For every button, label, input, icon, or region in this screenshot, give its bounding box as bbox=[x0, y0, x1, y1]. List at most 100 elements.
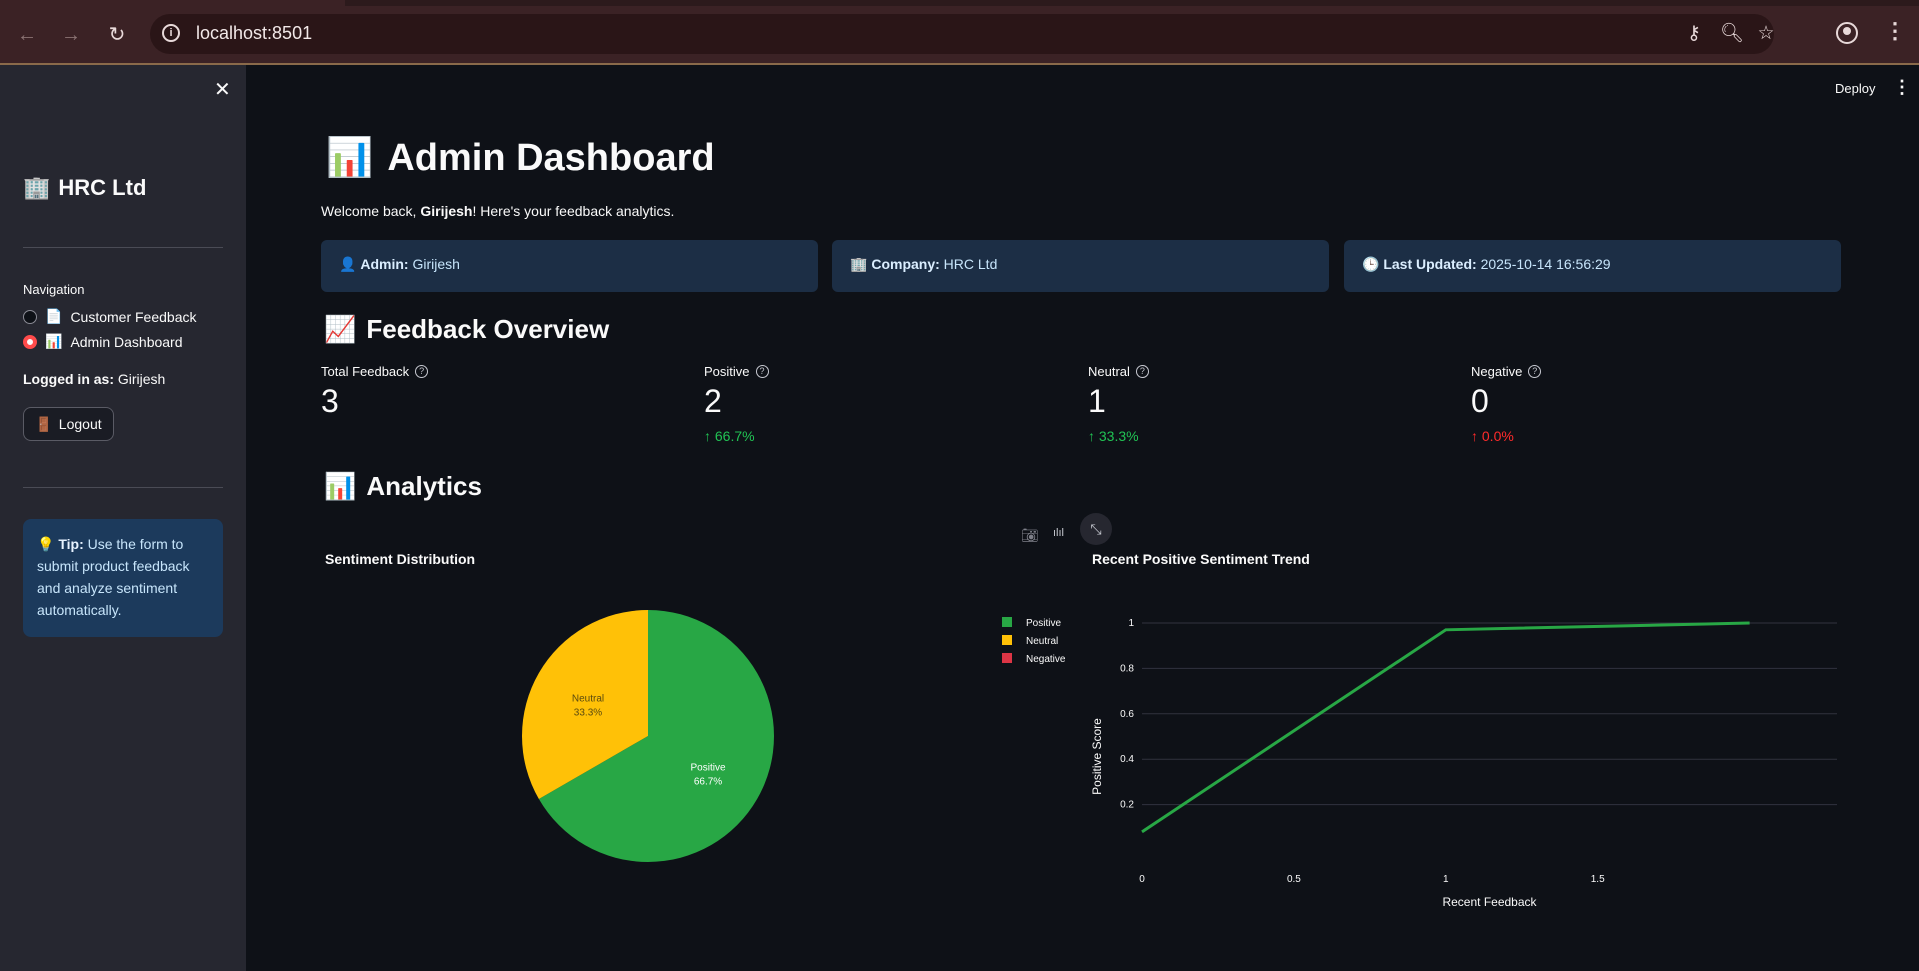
pie-chart-title: Sentiment Distribution bbox=[325, 551, 476, 567]
x-tick-label: 1.5 bbox=[1591, 874, 1605, 885]
help-icon[interactable]: ? bbox=[1135, 365, 1149, 378]
radio-off[interactable] bbox=[23, 309, 37, 324]
welcome-name: Girijesh bbox=[420, 203, 473, 219]
nav-item-label: Customer Feedback bbox=[70, 308, 197, 325]
reload-icon[interactable]: ↻ bbox=[104, 22, 130, 48]
camera-icon[interactable]: 📷︎ bbox=[1021, 527, 1039, 544]
zoom-icon[interactable]: 🔍︎ bbox=[1720, 22, 1744, 46]
y-axis-title: Positive Score bbox=[1090, 718, 1104, 795]
line-chart: 0.2 0.4 0.6 0.8 1 0 0.5 1 1.5 Recent Feedback Posi… bbox=[1090, 618, 1837, 909]
building-icon: 🏢 bbox=[23, 175, 51, 200]
metric-label: Neutral bbox=[1088, 364, 1130, 379]
pie-slice-label: Neutral bbox=[572, 693, 604, 704]
metric-delta-value: 33.3% bbox=[1098, 428, 1139, 444]
clock-icon: 🕒 bbox=[1362, 256, 1380, 272]
section-title: Feedback Overview bbox=[366, 314, 610, 344]
legend-swatch[interactable] bbox=[1002, 617, 1012, 627]
tab-strip bbox=[0, 0, 1919, 6]
arrow-up-icon: ↑ bbox=[1088, 428, 1095, 444]
y-tick-label: 0.4 bbox=[1120, 754, 1134, 765]
logout-label: Logout bbox=[58, 416, 102, 432]
page-title-text: Admin Dashboard bbox=[387, 136, 715, 179]
sidebar-divider bbox=[23, 247, 223, 248]
user-icon: 👤 bbox=[339, 256, 357, 272]
legend-swatch[interactable] bbox=[1002, 653, 1012, 663]
metric-total: Total Feedback? 3 bbox=[321, 364, 691, 420]
tip-label: Tip: bbox=[58, 536, 84, 552]
card-label: Admin: bbox=[360, 256, 409, 272]
metric-delta: ↑ 0.0% bbox=[1471, 428, 1841, 444]
line-chart-title: Recent Positive Sentiment Trend bbox=[1092, 551, 1310, 567]
profile-icon[interactable] bbox=[1836, 22, 1858, 44]
metric-label: Negative bbox=[1471, 364, 1523, 379]
card-label: Last Updated: bbox=[1383, 256, 1477, 272]
metric-delta-value: 0.0% bbox=[1481, 428, 1514, 444]
chart-icon: 📊 bbox=[45, 333, 63, 349]
nav-item-label: Admin Dashboard bbox=[70, 333, 183, 350]
company-card: 🏢 Company: HRC Ltd bbox=[832, 240, 1329, 292]
fullscreen-icon[interactable]: ⤡ bbox=[1080, 513, 1112, 545]
section-title: Analytics bbox=[366, 471, 482, 501]
metric-delta: ↑ 33.3% bbox=[1088, 428, 1458, 444]
plotly-icon[interactable]: ılıl bbox=[1053, 527, 1064, 539]
x-tick-label: 0.5 bbox=[1287, 874, 1301, 885]
metric-neutral: Neutral? 1 ↑ 33.3% bbox=[1088, 364, 1458, 444]
bar-chart-icon: 📊 bbox=[324, 471, 357, 501]
forward-icon[interactable]: → bbox=[58, 22, 84, 48]
x-tick-label: 1 bbox=[1443, 874, 1449, 885]
legend-entry[interactable]: Negative bbox=[1026, 654, 1066, 665]
navigation-label: Navigation bbox=[23, 282, 85, 297]
menu-icon[interactable]: ⋮ bbox=[1884, 18, 1906, 44]
pie-slice-percent: 33.3% bbox=[574, 707, 602, 718]
metric-value: 3 bbox=[321, 383, 339, 419]
radio-on[interactable] bbox=[23, 334, 37, 349]
card-label: Company: bbox=[871, 256, 940, 272]
address-bar[interactable]: i localhost:8501 ⚷ 🔍︎ ☆ bbox=[150, 14, 1775, 54]
metric-value: 1 bbox=[1088, 383, 1106, 419]
metric-delta: ↑ 66.7% bbox=[704, 428, 1074, 444]
card-value: Girijesh bbox=[412, 256, 460, 272]
legend-entry[interactable]: Positive bbox=[1026, 618, 1061, 629]
logged-in-user: Girijesh bbox=[117, 371, 166, 387]
sidebar-brand: 🏢 HRC Ltd bbox=[23, 175, 146, 201]
lightbulb-icon: 💡 bbox=[37, 536, 55, 552]
logout-button[interactable]: 🚪 Logout bbox=[23, 407, 114, 441]
trend-icon: 📈 bbox=[324, 314, 357, 344]
help-icon[interactable]: ? bbox=[1528, 365, 1542, 378]
star-icon[interactable]: ☆ bbox=[1754, 22, 1778, 46]
y-tick-label: 0.8 bbox=[1120, 663, 1134, 674]
admin-card: 👤 Admin: Girijesh bbox=[321, 240, 818, 292]
main-menu-icon[interactable]: ⋮ bbox=[1893, 77, 1911, 98]
help-icon[interactable]: ? bbox=[415, 365, 429, 378]
legend-entry[interactable]: Neutral bbox=[1026, 636, 1058, 647]
analytics-heading: 📊 Analytics bbox=[324, 471, 482, 502]
key-icon[interactable]: ⚷ bbox=[1682, 22, 1706, 46]
legend-swatch[interactable] bbox=[1002, 635, 1012, 645]
y-tick-label: 0.2 bbox=[1120, 800, 1134, 811]
feedback-overview-heading: 📈 Feedback Overview bbox=[324, 314, 609, 345]
logged-in-info: Logged in as: Girijesh bbox=[23, 371, 165, 387]
x-tick-label: 0 bbox=[1139, 874, 1145, 885]
welcome-prefix: Welcome back, bbox=[321, 203, 421, 219]
close-sidebar-icon[interactable]: ✕ bbox=[214, 77, 231, 102]
deploy-button[interactable]: Deploy bbox=[1835, 81, 1875, 96]
document-icon: 📄 bbox=[45, 308, 63, 324]
url-text[interactable]: localhost:8501 bbox=[196, 23, 312, 44]
sidebar-divider bbox=[23, 487, 223, 488]
arrow-up-icon: ↑ bbox=[1471, 428, 1478, 444]
nav-item-admin-dashboard[interactable]: 📊 Admin Dashboard bbox=[23, 333, 183, 350]
page-title: 📊 Admin Dashboard bbox=[326, 136, 715, 180]
trend-line[interactable] bbox=[1141, 621, 1750, 834]
card-value: 2025-10-14 16:56:29 bbox=[1480, 256, 1611, 272]
metric-positive: Positive? 2 ↑ 66.7% bbox=[704, 364, 1074, 444]
help-icon[interactable]: ? bbox=[755, 365, 769, 378]
back-icon[interactable]: ← bbox=[14, 22, 40, 48]
welcome-suffix: ! Here's your feedback analytics. bbox=[472, 203, 675, 219]
active-tab[interactable] bbox=[0, 0, 345, 6]
metric-value: 0 bbox=[1471, 383, 1489, 419]
pie-slice-label: Positive bbox=[691, 763, 726, 774]
nav-item-customer-feedback[interactable]: 📄 Customer Feedback bbox=[23, 308, 197, 325]
brand-name: HRC Ltd bbox=[58, 175, 147, 200]
arrow-up-icon: ↑ bbox=[704, 428, 711, 444]
info-icon[interactable]: i bbox=[162, 24, 180, 42]
